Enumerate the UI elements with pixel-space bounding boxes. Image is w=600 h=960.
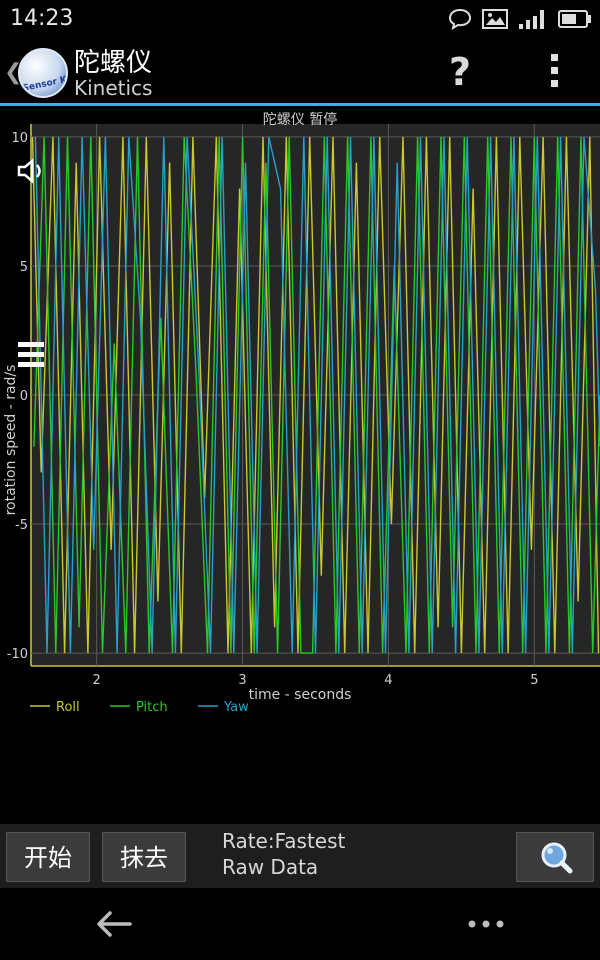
overflow-dot	[550, 80, 558, 87]
gyroscope-chart[interactable]: 10 5 0 -5 -10 2 3 4 5 陀螺仪 暂停 time - seconds rota…	[0, 108, 600, 720]
chat-icon	[448, 8, 472, 30]
menu-icon[interactable]	[18, 342, 44, 372]
navigation-bar	[0, 888, 600, 960]
legend-label-yaw: Yaw	[223, 700, 249, 715]
y-tick-label: 5	[20, 260, 28, 275]
app-logo-text: Sensor Kinetics	[21, 67, 68, 95]
x-tick-label: 5	[530, 673, 538, 688]
app-logo[interactable]: Sensor Kinetics	[18, 48, 68, 98]
status-icons	[448, 6, 592, 32]
signal-icon	[519, 10, 544, 29]
x-tick-label: 4	[384, 673, 392, 688]
app-title: 陀螺仪	[74, 48, 153, 78]
volume-icon[interactable]	[16, 156, 46, 186]
battery-icon	[558, 10, 591, 28]
overflow-dot	[550, 67, 558, 74]
help-button[interactable]: ?	[440, 50, 480, 94]
overflow-menu-button[interactable]	[540, 54, 568, 94]
y-axis-label: rotation speed - rad/s	[3, 365, 19, 516]
x-tick-label: 3	[238, 673, 246, 688]
legend-label-roll: Roll	[56, 700, 80, 715]
chart-area[interactable]: 10 5 0 -5 -10 2 3 4 5 陀螺仪 暂停 time - seconds rota…	[0, 108, 600, 720]
legend-label-pitch: Pitch	[136, 700, 168, 715]
rate-info: Rate:Fastest Raw Data	[222, 828, 345, 880]
mode-label: Raw Data	[222, 855, 319, 879]
action-bar: ❮ Sensor Kinetics 陀螺仪 Kinetics ?	[0, 38, 600, 106]
back-arrow-icon[interactable]	[94, 908, 134, 940]
status-bar: 14:23	[0, 0, 600, 38]
bottom-toolbar: 开始 抹去 Rate:Fastest Raw Data	[0, 824, 600, 888]
clear-button[interactable]: 抹去	[102, 832, 186, 882]
y-tick-label: -5	[15, 518, 28, 533]
y-tick-label: 10	[11, 131, 28, 146]
x-tick-label: 2	[93, 673, 101, 688]
y-tick-label: 0	[20, 389, 28, 404]
legend: Roll Pitch Yaw	[30, 700, 249, 715]
start-button[interactable]: 开始	[6, 832, 90, 882]
magnifier-icon	[541, 842, 573, 874]
y-tick-label: -10	[7, 647, 28, 662]
rate-label: Rate:Fastest	[222, 829, 346, 853]
chart-caption: 陀螺仪 暂停	[263, 111, 337, 128]
x-axis-label: time - seconds	[249, 687, 352, 703]
image-icon	[482, 9, 508, 29]
overflow-dot	[550, 54, 558, 61]
app-subtitle: Kinetics	[74, 76, 153, 100]
more-dots-icon[interactable]	[466, 918, 506, 930]
status-time: 14:23	[10, 6, 74, 31]
zoom-button[interactable]	[516, 832, 594, 882]
